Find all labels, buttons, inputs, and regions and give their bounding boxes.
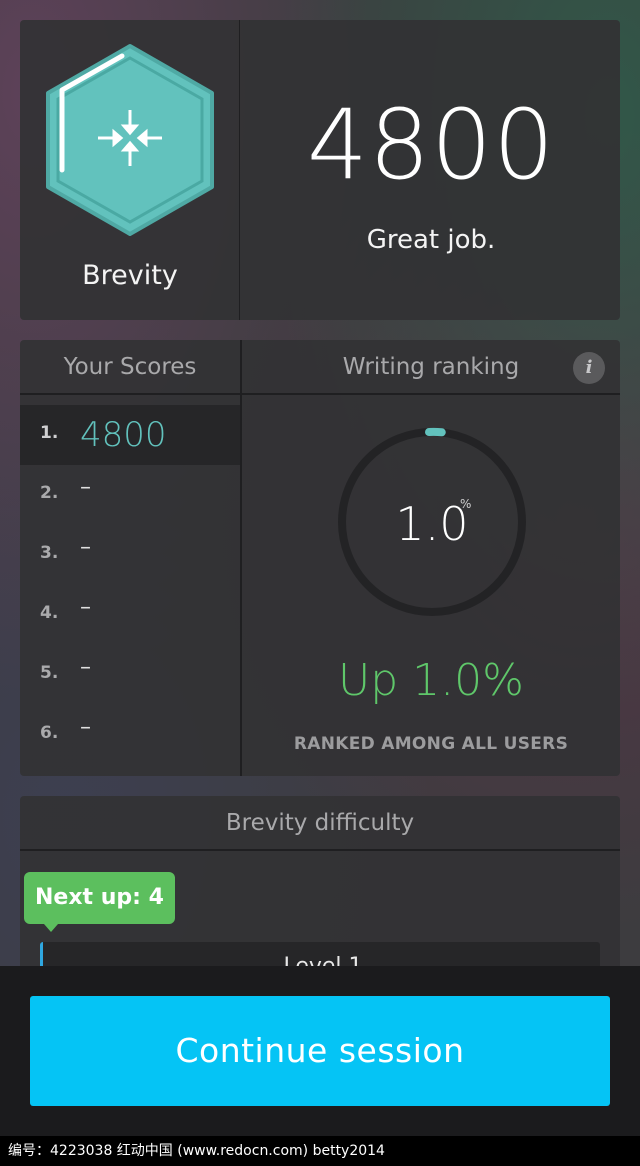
writing-ranking-heading: Writing ranking bbox=[342, 354, 520, 380]
scores-header: Your Scores Writing ranking bbox=[20, 340, 620, 395]
score-row-5: 5. – bbox=[20, 645, 240, 705]
score-row-1: 1. 4800 bbox=[20, 405, 240, 465]
difficulty-heading: Brevity difficulty bbox=[20, 796, 620, 851]
session-score: 4800 bbox=[306, 89, 556, 201]
watermark: 编号：4223038 红动中国 (www.redocn.com) betty20… bbox=[0, 1136, 640, 1166]
score-rank: 2. bbox=[40, 483, 59, 503]
score-value: 4800 bbox=[80, 415, 167, 455]
ranking-unit: % bbox=[460, 497, 472, 511]
score-rank: 5. bbox=[40, 663, 59, 683]
score-value: – bbox=[80, 535, 91, 560]
score-message: Great job. bbox=[366, 225, 496, 255]
score-value: – bbox=[80, 715, 91, 740]
score-rank: 6. bbox=[40, 723, 59, 743]
score-list: 1. 4800 2. – 3. – 4. – 5. – 6. – bbox=[20, 405, 240, 765]
skill-name: Brevity bbox=[82, 260, 178, 291]
score-value: – bbox=[80, 595, 91, 620]
score-rank: 3. bbox=[40, 543, 59, 563]
score-row-2: 2. – bbox=[20, 465, 240, 525]
skill-badge-panel: Brevity bbox=[20, 20, 240, 320]
column-divider bbox=[240, 340, 242, 776]
scores-card: Your Scores Writing ranking i 1. 4800 2.… bbox=[20, 340, 620, 776]
score-row-4: 4. – bbox=[20, 585, 240, 645]
brevity-hexagon-icon bbox=[46, 44, 214, 236]
info-icon[interactable]: i bbox=[573, 352, 605, 384]
your-scores-heading: Your Scores bbox=[63, 354, 197, 380]
score-row-3: 3. – bbox=[20, 525, 240, 585]
score-value: – bbox=[80, 655, 91, 680]
summary-card: Brevity 4800 Great job. bbox=[20, 20, 620, 320]
continue-session-button[interactable]: Continue session bbox=[30, 996, 610, 1106]
score-value: – bbox=[80, 475, 91, 500]
ranked-among-label: RANKED AMONG ALL USERS bbox=[293, 734, 569, 754]
bottom-action-bar: Continue session bbox=[0, 966, 640, 1136]
ranking-change: Up 1.0% bbox=[338, 655, 524, 706]
score-rank: 1. bbox=[40, 423, 59, 443]
next-up-tooltip: Next up: 4 bbox=[24, 872, 175, 932]
score-row-6: 6. – bbox=[20, 705, 240, 765]
score-rank: 4. bbox=[40, 603, 59, 623]
ranking-value: 1.0 bbox=[395, 497, 469, 551]
